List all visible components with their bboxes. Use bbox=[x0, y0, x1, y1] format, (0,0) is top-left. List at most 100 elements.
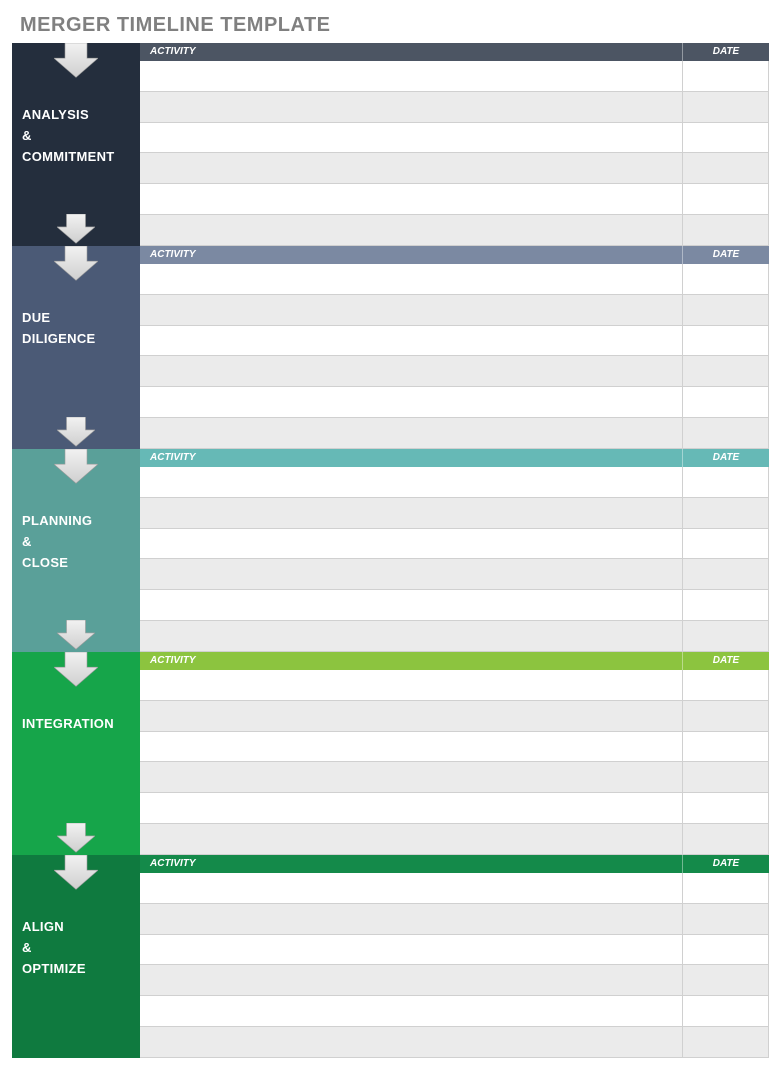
table-row bbox=[140, 701, 769, 732]
table-row bbox=[140, 418, 769, 449]
activity-cell[interactable] bbox=[140, 824, 683, 854]
date-cell[interactable] bbox=[683, 670, 769, 700]
page-title: MERGER TIMELINE TEMPLATE bbox=[20, 14, 769, 37]
phase-title: DUE DILIGENCE bbox=[22, 308, 95, 350]
date-cell[interactable] bbox=[683, 701, 769, 731]
table-header-row: ACTIVITYDATE bbox=[140, 449, 769, 467]
activity-cell[interactable] bbox=[140, 418, 683, 448]
phase-arrow-bottom bbox=[57, 620, 95, 652]
phase-arrow-bottom bbox=[57, 417, 95, 449]
table-row bbox=[140, 326, 769, 357]
phase-label: ANALYSIS & COMMITMENT bbox=[12, 43, 140, 246]
date-cell[interactable] bbox=[683, 621, 769, 651]
table-row bbox=[140, 295, 769, 326]
table-row bbox=[140, 732, 769, 763]
date-cell[interactable] bbox=[683, 356, 769, 386]
date-cell[interactable] bbox=[683, 1027, 769, 1057]
activity-cell[interactable] bbox=[140, 387, 683, 417]
table-row bbox=[140, 559, 769, 590]
activity-cell[interactable] bbox=[140, 295, 683, 325]
activity-cell[interactable] bbox=[140, 590, 683, 620]
date-cell[interactable] bbox=[683, 793, 769, 823]
activity-cell[interactable] bbox=[140, 61, 683, 91]
activity-cell[interactable] bbox=[140, 326, 683, 356]
phase-table: ACTIVITYDATE bbox=[140, 43, 769, 246]
table-row bbox=[140, 498, 769, 529]
col-header-activity: ACTIVITY bbox=[140, 43, 683, 61]
activity-cell[interactable] bbox=[140, 92, 683, 122]
date-cell[interactable] bbox=[683, 590, 769, 620]
date-cell[interactable] bbox=[683, 123, 769, 153]
activity-cell[interactable] bbox=[140, 215, 683, 245]
phase-arrow-top bbox=[54, 43, 98, 83]
date-cell[interactable] bbox=[683, 215, 769, 245]
activity-cell[interactable] bbox=[140, 904, 683, 934]
date-cell[interactable] bbox=[683, 264, 769, 294]
table-row bbox=[140, 935, 769, 966]
date-cell[interactable] bbox=[683, 418, 769, 448]
date-cell[interactable] bbox=[683, 92, 769, 122]
activity-cell[interactable] bbox=[140, 264, 683, 294]
date-cell[interactable] bbox=[683, 529, 769, 559]
date-cell[interactable] bbox=[683, 498, 769, 528]
phase-title: ALIGN & OPTIMIZE bbox=[22, 917, 86, 979]
activity-cell[interactable] bbox=[140, 498, 683, 528]
col-header-date: DATE bbox=[683, 43, 769, 61]
activity-cell[interactable] bbox=[140, 184, 683, 214]
date-cell[interactable] bbox=[683, 965, 769, 995]
arrow-down-icon bbox=[57, 417, 95, 449]
activity-cell[interactable] bbox=[140, 467, 683, 497]
activity-cell[interactable] bbox=[140, 965, 683, 995]
activity-cell[interactable] bbox=[140, 559, 683, 589]
date-cell[interactable] bbox=[683, 904, 769, 934]
table-row bbox=[140, 356, 769, 387]
date-cell[interactable] bbox=[683, 184, 769, 214]
activity-cell[interactable] bbox=[140, 356, 683, 386]
date-cell[interactable] bbox=[683, 824, 769, 854]
date-cell[interactable] bbox=[683, 61, 769, 91]
table-row bbox=[140, 965, 769, 996]
phase-row: ALIGN & OPTIMIZEACTIVITYDATE bbox=[12, 855, 769, 1058]
phase-row: DUE DILIGENCE ACTIVITYDATE bbox=[12, 246, 769, 449]
date-cell[interactable] bbox=[683, 935, 769, 965]
activity-cell[interactable] bbox=[140, 873, 683, 903]
date-cell[interactable] bbox=[683, 873, 769, 903]
date-cell[interactable] bbox=[683, 732, 769, 762]
table-row bbox=[140, 61, 769, 92]
phase-label: PLANNING & CLOSE bbox=[12, 449, 140, 652]
date-cell[interactable] bbox=[683, 387, 769, 417]
phase-label: INTEGRATION bbox=[12, 652, 140, 855]
date-cell[interactable] bbox=[683, 467, 769, 497]
date-cell[interactable] bbox=[683, 996, 769, 1026]
date-cell[interactable] bbox=[683, 326, 769, 356]
table-header-row: ACTIVITYDATE bbox=[140, 652, 769, 670]
date-cell[interactable] bbox=[683, 762, 769, 792]
table-header-row: ACTIVITYDATE bbox=[140, 246, 769, 264]
phase-label: DUE DILIGENCE bbox=[12, 246, 140, 449]
activity-cell[interactable] bbox=[140, 153, 683, 183]
phase-table: ACTIVITYDATE bbox=[140, 449, 769, 652]
activity-cell[interactable] bbox=[140, 670, 683, 700]
date-cell[interactable] bbox=[683, 153, 769, 183]
phase-label: ALIGN & OPTIMIZE bbox=[12, 855, 140, 1058]
table-row bbox=[140, 904, 769, 935]
activity-cell[interactable] bbox=[140, 762, 683, 792]
activity-cell[interactable] bbox=[140, 123, 683, 153]
table-row bbox=[140, 264, 769, 295]
activity-cell[interactable] bbox=[140, 701, 683, 731]
date-cell[interactable] bbox=[683, 295, 769, 325]
activity-cell[interactable] bbox=[140, 793, 683, 823]
table-row bbox=[140, 621, 769, 652]
activity-cell[interactable] bbox=[140, 935, 683, 965]
activity-cell[interactable] bbox=[140, 1027, 683, 1057]
phase-arrow-top bbox=[54, 449, 98, 489]
table-header-row: ACTIVITYDATE bbox=[140, 43, 769, 61]
date-cell[interactable] bbox=[683, 559, 769, 589]
activity-cell[interactable] bbox=[140, 732, 683, 762]
phase-arrow-bottom bbox=[57, 823, 95, 855]
col-header-activity: ACTIVITY bbox=[140, 855, 683, 873]
activity-cell[interactable] bbox=[140, 621, 683, 651]
activity-cell[interactable] bbox=[140, 529, 683, 559]
phase-row: INTEGRATION ACTIVITYDATE bbox=[12, 652, 769, 855]
activity-cell[interactable] bbox=[140, 996, 683, 1026]
